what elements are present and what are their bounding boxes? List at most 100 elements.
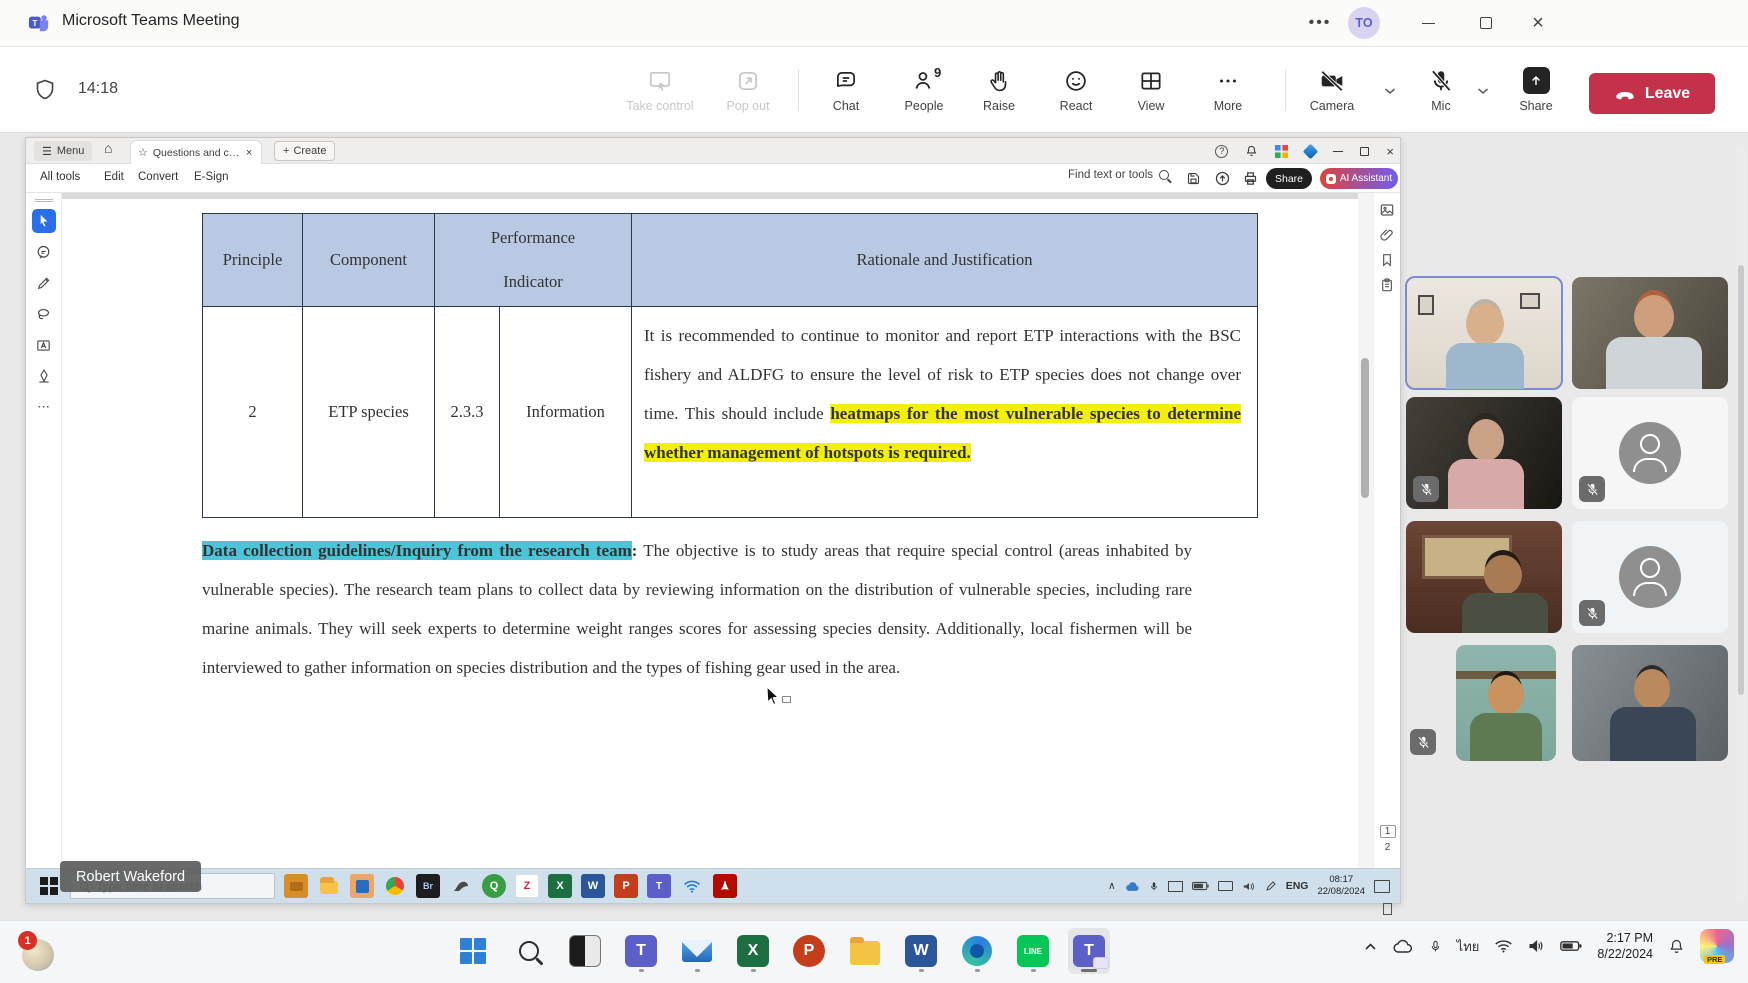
tab-close-icon[interactable]: × <box>246 147 252 159</box>
wifi-app-icon[interactable] <box>680 874 704 898</box>
pencil-tool-button[interactable] <box>32 271 56 295</box>
word-taskbar-icon[interactable]: W <box>900 928 942 974</box>
participant-tile[interactable] <box>1406 521 1562 633</box>
preview-program-icon[interactable]: PRE <box>1700 929 1734 963</box>
word-app-icon[interactable]: W <box>581 874 605 898</box>
acrobat-restore-icon[interactable] <box>1360 147 1369 156</box>
file-explorer-taskbar-icon[interactable] <box>844 928 886 974</box>
tray-mic-icon[interactable] <box>1149 880 1159 893</box>
excel-taskbar-icon[interactable]: X <box>732 928 774 974</box>
participant-scrollbar[interactable] <box>1736 145 1745 903</box>
acrobat-minimize-icon[interactable] <box>1333 151 1343 152</box>
user-avatar[interactable]: TO <box>1348 7 1380 39</box>
line-taskbar-icon[interactable]: LINE <box>1012 928 1054 974</box>
tray-pen-icon[interactable] <box>1265 880 1277 892</box>
raise-hand-button[interactable]: Raise <box>963 61 1035 119</box>
rail-grip[interactable] <box>35 199 53 202</box>
menu-esign[interactable]: E-Sign <box>194 171 229 183</box>
task-view-button[interactable] <box>564 928 606 974</box>
fill-sign-tool-button[interactable] <box>32 364 56 388</box>
find-tools-button[interactable]: Find text or tools <box>1068 169 1169 181</box>
language-indicator[interactable]: ไทย <box>1457 936 1480 957</box>
teams-app-icon[interactable]: T <box>647 874 671 898</box>
taskbar-clock[interactable]: 2:17 PM 8/22/2024 <box>1597 930 1653 963</box>
minimize-button[interactable] <box>1402 0 1454 46</box>
notification-app-icon[interactable]: 1 <box>22 933 60 971</box>
participant-tile-active-speaker[interactable] <box>1406 277 1562 389</box>
bird-app-icon[interactable] <box>449 874 473 898</box>
chat-button[interactable]: Chat <box>810 61 882 119</box>
page-thumbnail-2[interactable]: 2 <box>1380 842 1396 853</box>
inner-clock[interactable]: 08:17 22/08/2024 <box>1317 874 1365 898</box>
bookmark-icon[interactable] <box>1379 252 1395 268</box>
page-thumbnail-1[interactable]: 1 <box>1380 825 1396 838</box>
battery-tray-icon[interactable] <box>1560 940 1582 952</box>
edge-taskbar-icon[interactable] <box>956 928 998 974</box>
participant-scrollbar-thumb[interactable] <box>1738 265 1744 695</box>
ai-assistant-button[interactable]: AI Assistant <box>1320 168 1398 189</box>
zotero-app-icon[interactable]: Z <box>515 874 539 898</box>
tray-monitor-icon[interactable] <box>1218 881 1233 891</box>
tray-chevron-icon[interactable] <box>1364 942 1377 951</box>
wifi-tray-icon[interactable] <box>1494 939 1513 953</box>
create-tab-button[interactable]: + Create <box>274 141 335 161</box>
mic-button[interactable]: Mic <box>1405 61 1477 119</box>
qgis-app-icon[interactable]: Q <box>482 874 506 898</box>
mic-tray-icon[interactable] <box>1429 938 1442 955</box>
help-icon[interactable]: ? <box>1215 145 1228 158</box>
briefcase-app-icon[interactable] <box>284 874 308 898</box>
excel-app-icon[interactable]: X <box>548 874 572 898</box>
tray-cloud-icon[interactable] <box>1125 881 1140 892</box>
notifications-bell-icon[interactable] <box>1245 144 1258 158</box>
participant-tile-no-video[interactable] <box>1572 521 1728 633</box>
powerpoint-app-icon[interactable]: P <box>614 874 638 898</box>
save-icon[interactable] <box>1186 171 1201 186</box>
mic-options-chevron[interactable] <box>1477 87 1489 95</box>
text-box-tool-button[interactable] <box>32 333 56 357</box>
take-control-button[interactable]: Take control <box>624 61 696 119</box>
start-button[interactable] <box>452 928 494 974</box>
tray-speaker-icon[interactable] <box>1242 881 1256 892</box>
participant-tile[interactable] <box>1406 397 1562 509</box>
select-tool-button[interactable] <box>32 209 56 233</box>
react-button[interactable]: React <box>1040 61 1112 119</box>
chrome-app-icon[interactable] <box>383 874 407 898</box>
teams-taskbar-icon[interactable]: T <box>620 928 662 974</box>
app-waffle-icon[interactable] <box>1275 145 1288 158</box>
participant-tile-portrait[interactable] <box>1456 645 1556 761</box>
acrobat-close-icon[interactable]: × <box>1386 144 1394 159</box>
pdf-scrollbar[interactable] <box>1358 193 1373 868</box>
tray-display-icon[interactable] <box>1168 881 1183 892</box>
menu-all-tools[interactable]: All tools <box>40 171 80 183</box>
share-button[interactable]: Share <box>1500 61 1572 119</box>
titlebar-more-icon[interactable]: ••• <box>1300 8 1340 38</box>
camera-button[interactable]: Camera <box>1296 61 1368 119</box>
people-button[interactable]: 9 People <box>888 61 960 119</box>
language-indicator[interactable]: ENG <box>1286 880 1309 892</box>
print-icon[interactable] <box>1242 170 1259 187</box>
folder-app-icon[interactable] <box>317 874 341 898</box>
participant-tile-no-video[interactable] <box>1572 397 1728 509</box>
bridge-app-icon[interactable]: Br <box>416 874 440 898</box>
attachment-icon[interactable] <box>1379 227 1395 243</box>
speaker-tray-icon[interactable] <box>1528 939 1545 953</box>
inner-start-icon[interactable] <box>40 877 58 895</box>
onedrive-cloud-icon[interactable] <box>1392 939 1414 954</box>
more-button[interactable]: More <box>1192 61 1264 119</box>
tray-battery-icon[interactable] <box>1192 881 1209 891</box>
cloud-upload-icon[interactable] <box>1214 170 1231 187</box>
rail-more-button[interactable]: ⋯ <box>32 395 56 419</box>
pop-out-button[interactable]: Pop out <box>712 61 784 119</box>
teams-meeting-taskbar-icon[interactable]: T <box>1068 928 1110 974</box>
pdf-scrollbar-thumb[interactable] <box>1361 358 1369 498</box>
mail-taskbar-icon[interactable] <box>676 928 718 974</box>
acrobat-app-icon[interactable] <box>713 874 737 898</box>
participant-tile[interactable] <box>1572 645 1728 761</box>
camera-options-chevron[interactable] <box>1384 87 1396 95</box>
acrobat-menu-button[interactable]: ☰ Menu <box>34 141 92 161</box>
participant-tile[interactable] <box>1572 277 1728 389</box>
comment-tool-button[interactable] <box>32 240 56 264</box>
tray-chevron-icon[interactable]: ∧ <box>1108 880 1116 892</box>
export-image-icon[interactable] <box>1379 202 1395 218</box>
outlook-app-icon[interactable] <box>350 874 374 898</box>
